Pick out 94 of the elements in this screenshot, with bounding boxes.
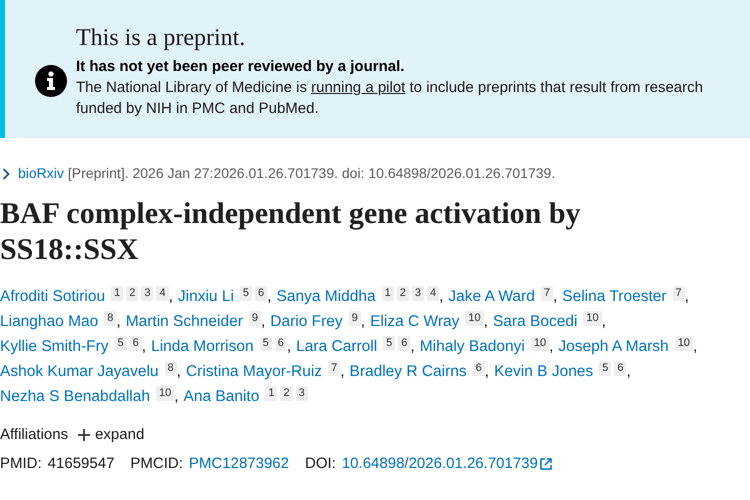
affiliation-link[interactable]: 2: [280, 386, 293, 401]
affiliation-link[interactable]: 5: [240, 286, 252, 301]
affiliation-link[interactable]: 8: [104, 311, 116, 326]
author-link[interactable]: Ashok Kumar Jayavelu: [0, 359, 159, 384]
comma: ,: [484, 312, 488, 332]
affiliation-link[interactable]: 10: [465, 311, 484, 326]
comma: ,: [552, 287, 558, 307]
comma: ,: [168, 287, 173, 307]
comma: ,: [267, 287, 272, 307]
affiliation-link[interactable]: 6: [255, 286, 268, 301]
author-link[interactable]: Linda Morrison: [151, 334, 254, 359]
author-link[interactable]: Kyllie Smith-Fry: [0, 334, 109, 359]
author-link[interactable]: Jinxiu Li: [178, 284, 234, 309]
author-link[interactable]: Ana Banito: [184, 384, 260, 409]
affiliation-link[interactable]: 9: [248, 311, 261, 326]
affiliation-link[interactable]: 10: [583, 311, 602, 326]
author-link[interactable]: Afroditi Sotiriou: [0, 284, 106, 309]
external-link-icon: [540, 458, 552, 470]
comma: ,: [360, 312, 366, 332]
author-link[interactable]: Jake A Ward: [448, 284, 535, 309]
id-label: DOI:: [305, 454, 336, 474]
affiliation-link[interactable]: 6: [398, 336, 410, 351]
plus-icon: [78, 429, 90, 442]
comma: ,: [340, 362, 344, 382]
affiliation-link[interactable]: 9: [348, 311, 361, 326]
affiliation-link[interactable]: 6: [274, 336, 287, 351]
author-link[interactable]: Joseph A Marsh: [558, 334, 669, 359]
author-link[interactable]: Bradley R Cairns: [350, 359, 467, 384]
comma: ,: [260, 312, 266, 332]
author-link[interactable]: Martin Schneider: [126, 309, 243, 334]
banner-title: This is a preprint.: [76, 24, 246, 53]
comma: ,: [142, 337, 146, 357]
id-label: PMCID:: [130, 454, 183, 474]
affiliation-link[interactable]: 8: [164, 361, 177, 376]
affiliation-link[interactable]: 5: [383, 336, 396, 351]
affiliation-link[interactable]: 10: [674, 336, 693, 351]
affiliations-label: Affiliations: [0, 425, 68, 445]
author-link[interactable]: Kevin B Jones: [494, 359, 594, 384]
affiliation-link[interactable]: 4: [426, 286, 440, 301]
author-link[interactable]: Dario Frey: [270, 309, 343, 334]
id-label: PMID:: [0, 454, 42, 474]
affiliation-link[interactable]: 3: [141, 286, 154, 301]
affiliation-link[interactable]: 1: [111, 286, 124, 301]
id-link[interactable]: PMC12873962: [188, 452, 289, 475]
comma: ,: [626, 362, 631, 382]
author-link[interactable]: Mihaly Badonyi: [420, 334, 525, 359]
author-link[interactable]: Sara Bocedi: [492, 309, 578, 334]
banner-text: The National Library of Medicine is running a pilot to include preprints that result from research funded by NIH in PMC and PubMed.: [76, 78, 704, 119]
affiliation-link[interactable]: 10: [530, 336, 550, 351]
affiliation-link[interactable]: 5: [599, 361, 612, 376]
comma: ,: [602, 312, 606, 332]
author-link[interactable]: Sanya Middha: [276, 284, 376, 309]
banner-subtitle: It has not yet been peer reviewed by a journal.: [76, 57, 406, 77]
article-title: BAF complex-independent gene activation by SS18::SSX: [0, 196, 582, 268]
author-link[interactable]: Lianghao Mao: [0, 309, 98, 334]
affiliation-link[interactable]: 6: [614, 361, 626, 376]
pilot-link[interactable]: running a pilot: [311, 79, 406, 96]
author-link[interactable]: Eliza C Wray: [370, 309, 460, 334]
author-link[interactable]: Lara Carroll: [296, 334, 378, 359]
comma: ,: [692, 337, 698, 357]
doi-link[interactable]: 10.64898/2026.01.26.701739: [342, 452, 538, 475]
affiliation-link[interactable]: 1: [265, 386, 278, 401]
affiliation-link[interactable]: 6: [472, 361, 485, 376]
affiliation-link[interactable]: 1: [382, 286, 394, 301]
affiliation-link[interactable]: 4: [156, 286, 169, 301]
comma: ,: [176, 362, 181, 382]
source-link[interactable]: bioRxiv: [18, 163, 64, 184]
citation-text: [Preprint]. 2026 Jan 27:2026.01.26.701739. doi: 10.64898/2026.01.26.701739.: [68, 164, 556, 183]
affiliation-link[interactable]: 3: [296, 386, 308, 401]
affiliation-link[interactable]: 6: [130, 336, 142, 351]
chevron-right-icon: [2, 168, 10, 180]
affiliation-link[interactable]: 2: [396, 286, 409, 301]
expand-button[interactable]: expand: [78, 424, 144, 446]
affiliation-link[interactable]: 5: [114, 336, 127, 351]
comma: ,: [286, 337, 292, 357]
affiliation-link[interactable]: 7: [328, 361, 340, 376]
affiliation-link[interactable]: 7: [540, 286, 553, 301]
comma: ,: [549, 337, 554, 357]
affiliation-link[interactable]: 2: [126, 286, 138, 301]
comma: ,: [174, 387, 179, 407]
info-icon: [35, 65, 67, 97]
id-value: 41659547: [48, 454, 114, 474]
comma: ,: [684, 287, 689, 307]
affiliation-link[interactable]: 5: [260, 336, 272, 351]
comma: ,: [410, 337, 415, 357]
comma: ,: [116, 312, 121, 332]
author-link[interactable]: Nezha S Benabdallah: [0, 384, 150, 409]
author-link[interactable]: Cristina Mayor-Ruiz: [186, 359, 322, 384]
affiliation-link[interactable]: 10: [156, 386, 174, 401]
affiliation-link[interactable]: 3: [412, 286, 424, 301]
affiliation-link[interactable]: 7: [672, 286, 685, 301]
comma: ,: [484, 362, 490, 382]
author-link[interactable]: Selina Troester: [562, 284, 667, 309]
comma: ,: [439, 287, 444, 307]
